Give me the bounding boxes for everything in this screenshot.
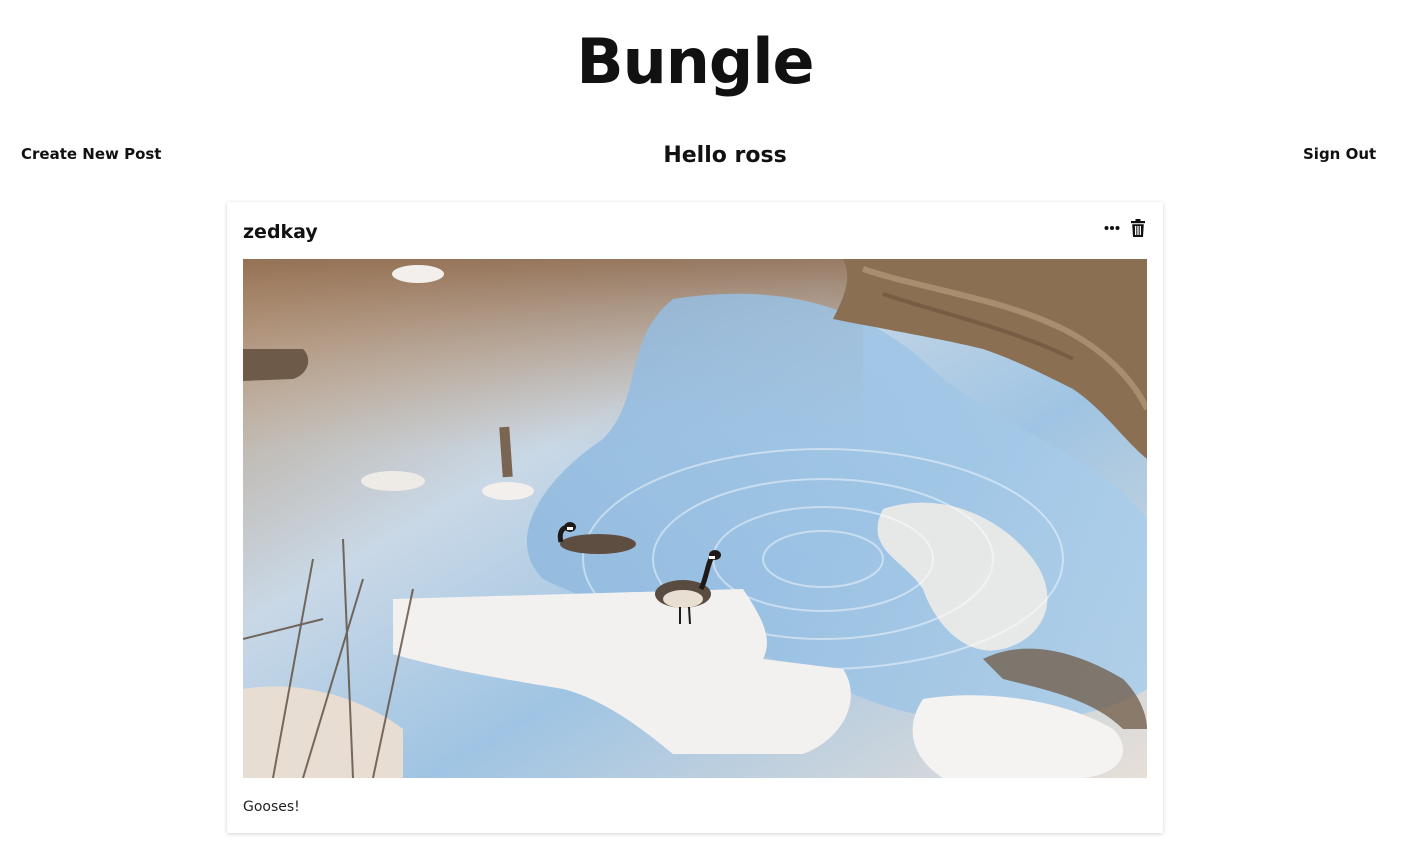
create-new-post-link[interactable]: Create New Post [21, 143, 161, 165]
post-actions [1103, 218, 1147, 238]
post-author[interactable]: zedkay [243, 220, 318, 244]
sign-out-link[interactable]: Sign Out [1303, 143, 1376, 165]
greeting: Hello ross [663, 143, 787, 168]
more-options-icon[interactable] [1103, 218, 1121, 238]
post-card: zedkay Gooses! [227, 202, 1163, 833]
post-caption: Gooses! [243, 799, 300, 815]
post-image [243, 259, 1147, 778]
trash-icon[interactable] [1129, 218, 1147, 238]
app-title: Bungle [576, 25, 814, 98]
